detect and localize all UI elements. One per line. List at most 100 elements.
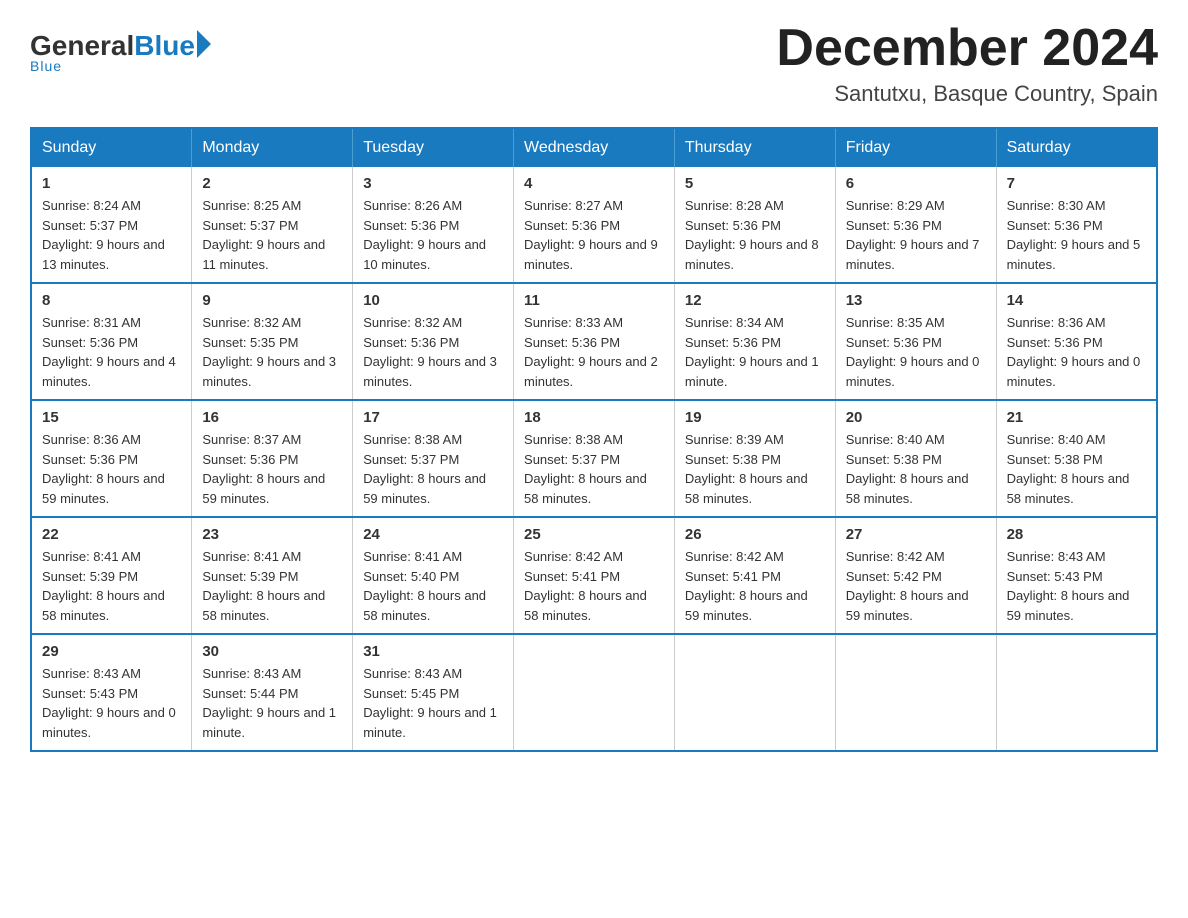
day-cell: 11 Sunrise: 8:33 AM Sunset: 5:36 PM Dayl… xyxy=(514,283,675,400)
page-header: General Blue Blue December 2024 Santutxu… xyxy=(30,20,1158,107)
day-cell: 17 Sunrise: 8:38 AM Sunset: 5:37 PM Dayl… xyxy=(353,400,514,517)
day-number: 5 xyxy=(685,175,825,192)
day-cell: 31 Sunrise: 8:43 AM Sunset: 5:45 PM Dayl… xyxy=(353,634,514,751)
day-number: 25 xyxy=(524,526,664,543)
day-info: Sunrise: 8:43 AM Sunset: 5:44 PM Dayligh… xyxy=(202,664,342,742)
day-number: 22 xyxy=(42,526,181,543)
day-number: 15 xyxy=(42,409,181,426)
title-section: December 2024 Santutxu, Basque Country, … xyxy=(776,20,1158,107)
day-info: Sunrise: 8:31 AM Sunset: 5:36 PM Dayligh… xyxy=(42,313,181,391)
day-cell: 25 Sunrise: 8:42 AM Sunset: 5:41 PM Dayl… xyxy=(514,517,675,634)
day-info: Sunrise: 8:25 AM Sunset: 5:37 PM Dayligh… xyxy=(202,196,342,274)
day-number: 29 xyxy=(42,643,181,660)
day-info: Sunrise: 8:42 AM Sunset: 5:41 PM Dayligh… xyxy=(524,547,664,625)
header-cell-saturday: Saturday xyxy=(996,128,1157,167)
day-number: 9 xyxy=(202,292,342,309)
day-info: Sunrise: 8:41 AM Sunset: 5:40 PM Dayligh… xyxy=(363,547,503,625)
header-cell-thursday: Thursday xyxy=(674,128,835,167)
logo-blue-text: Blue xyxy=(134,30,195,62)
day-info: Sunrise: 8:42 AM Sunset: 5:41 PM Dayligh… xyxy=(685,547,825,625)
calendar-body: 1 Sunrise: 8:24 AM Sunset: 5:37 PM Dayli… xyxy=(31,167,1157,751)
day-number: 21 xyxy=(1007,409,1146,426)
day-cell: 13 Sunrise: 8:35 AM Sunset: 5:36 PM Dayl… xyxy=(835,283,996,400)
day-number: 14 xyxy=(1007,292,1146,309)
day-cell: 30 Sunrise: 8:43 AM Sunset: 5:44 PM Dayl… xyxy=(192,634,353,751)
calendar-header: SundayMondayTuesdayWednesdayThursdayFrid… xyxy=(31,128,1157,167)
day-number: 1 xyxy=(42,175,181,192)
header-row: SundayMondayTuesdayWednesdayThursdayFrid… xyxy=(31,128,1157,167)
day-cell: 21 Sunrise: 8:40 AM Sunset: 5:38 PM Dayl… xyxy=(996,400,1157,517)
day-cell: 9 Sunrise: 8:32 AM Sunset: 5:35 PM Dayli… xyxy=(192,283,353,400)
day-number: 20 xyxy=(846,409,986,426)
header-cell-sunday: Sunday xyxy=(31,128,192,167)
day-info: Sunrise: 8:24 AM Sunset: 5:37 PM Dayligh… xyxy=(42,196,181,274)
day-cell: 14 Sunrise: 8:36 AM Sunset: 5:36 PM Dayl… xyxy=(996,283,1157,400)
day-cell: 1 Sunrise: 8:24 AM Sunset: 5:37 PM Dayli… xyxy=(31,167,192,283)
day-number: 12 xyxy=(685,292,825,309)
day-number: 13 xyxy=(846,292,986,309)
header-cell-wednesday: Wednesday xyxy=(514,128,675,167)
logo: General Blue Blue xyxy=(30,20,211,74)
day-cell: 27 Sunrise: 8:42 AM Sunset: 5:42 PM Dayl… xyxy=(835,517,996,634)
day-cell xyxy=(514,634,675,751)
header-cell-monday: Monday xyxy=(192,128,353,167)
day-info: Sunrise: 8:37 AM Sunset: 5:36 PM Dayligh… xyxy=(202,430,342,508)
day-number: 7 xyxy=(1007,175,1146,192)
day-info: Sunrise: 8:26 AM Sunset: 5:36 PM Dayligh… xyxy=(363,196,503,274)
day-info: Sunrise: 8:38 AM Sunset: 5:37 PM Dayligh… xyxy=(524,430,664,508)
day-info: Sunrise: 8:27 AM Sunset: 5:36 PM Dayligh… xyxy=(524,196,664,274)
day-info: Sunrise: 8:32 AM Sunset: 5:36 PM Dayligh… xyxy=(363,313,503,391)
week-row-1: 1 Sunrise: 8:24 AM Sunset: 5:37 PM Dayli… xyxy=(31,167,1157,283)
day-info: Sunrise: 8:34 AM Sunset: 5:36 PM Dayligh… xyxy=(685,313,825,391)
day-cell: 19 Sunrise: 8:39 AM Sunset: 5:38 PM Dayl… xyxy=(674,400,835,517)
day-number: 30 xyxy=(202,643,342,660)
day-number: 19 xyxy=(685,409,825,426)
day-cell: 24 Sunrise: 8:41 AM Sunset: 5:40 PM Dayl… xyxy=(353,517,514,634)
day-cell: 18 Sunrise: 8:38 AM Sunset: 5:37 PM Dayl… xyxy=(514,400,675,517)
day-cell: 10 Sunrise: 8:32 AM Sunset: 5:36 PM Dayl… xyxy=(353,283,514,400)
month-title: December 2024 xyxy=(776,20,1158,77)
day-info: Sunrise: 8:39 AM Sunset: 5:38 PM Dayligh… xyxy=(685,430,825,508)
day-number: 8 xyxy=(42,292,181,309)
day-info: Sunrise: 8:32 AM Sunset: 5:35 PM Dayligh… xyxy=(202,313,342,391)
day-cell: 2 Sunrise: 8:25 AM Sunset: 5:37 PM Dayli… xyxy=(192,167,353,283)
day-number: 17 xyxy=(363,409,503,426)
day-cell: 5 Sunrise: 8:28 AM Sunset: 5:36 PM Dayli… xyxy=(674,167,835,283)
day-info: Sunrise: 8:41 AM Sunset: 5:39 PM Dayligh… xyxy=(202,547,342,625)
day-number: 27 xyxy=(846,526,986,543)
day-info: Sunrise: 8:36 AM Sunset: 5:36 PM Dayligh… xyxy=(42,430,181,508)
day-cell: 22 Sunrise: 8:41 AM Sunset: 5:39 PM Dayl… xyxy=(31,517,192,634)
day-cell: 28 Sunrise: 8:43 AM Sunset: 5:43 PM Dayl… xyxy=(996,517,1157,634)
day-info: Sunrise: 8:35 AM Sunset: 5:36 PM Dayligh… xyxy=(846,313,986,391)
day-cell: 15 Sunrise: 8:36 AM Sunset: 5:36 PM Dayl… xyxy=(31,400,192,517)
day-cell: 12 Sunrise: 8:34 AM Sunset: 5:36 PM Dayl… xyxy=(674,283,835,400)
day-number: 11 xyxy=(524,292,664,309)
day-info: Sunrise: 8:42 AM Sunset: 5:42 PM Dayligh… xyxy=(846,547,986,625)
day-cell: 20 Sunrise: 8:40 AM Sunset: 5:38 PM Dayl… xyxy=(835,400,996,517)
header-cell-friday: Friday xyxy=(835,128,996,167)
calendar-table: SundayMondayTuesdayWednesdayThursdayFrid… xyxy=(30,127,1158,752)
day-info: Sunrise: 8:29 AM Sunset: 5:36 PM Dayligh… xyxy=(846,196,986,274)
day-number: 28 xyxy=(1007,526,1146,543)
day-number: 18 xyxy=(524,409,664,426)
day-cell: 16 Sunrise: 8:37 AM Sunset: 5:36 PM Dayl… xyxy=(192,400,353,517)
logo-triangle-icon xyxy=(197,30,211,58)
header-cell-tuesday: Tuesday xyxy=(353,128,514,167)
logo-underline: Blue xyxy=(30,58,62,74)
day-cell xyxy=(674,634,835,751)
day-cell: 29 Sunrise: 8:43 AM Sunset: 5:43 PM Dayl… xyxy=(31,634,192,751)
day-info: Sunrise: 8:43 AM Sunset: 5:45 PM Dayligh… xyxy=(363,664,503,742)
day-number: 23 xyxy=(202,526,342,543)
day-cell xyxy=(996,634,1157,751)
day-number: 10 xyxy=(363,292,503,309)
day-cell: 8 Sunrise: 8:31 AM Sunset: 5:36 PM Dayli… xyxy=(31,283,192,400)
day-cell xyxy=(835,634,996,751)
day-number: 24 xyxy=(363,526,503,543)
day-cell: 6 Sunrise: 8:29 AM Sunset: 5:36 PM Dayli… xyxy=(835,167,996,283)
day-number: 26 xyxy=(685,526,825,543)
day-info: Sunrise: 8:36 AM Sunset: 5:36 PM Dayligh… xyxy=(1007,313,1146,391)
day-info: Sunrise: 8:30 AM Sunset: 5:36 PM Dayligh… xyxy=(1007,196,1146,274)
day-number: 2 xyxy=(202,175,342,192)
day-cell: 26 Sunrise: 8:42 AM Sunset: 5:41 PM Dayl… xyxy=(674,517,835,634)
day-cell: 23 Sunrise: 8:41 AM Sunset: 5:39 PM Dayl… xyxy=(192,517,353,634)
